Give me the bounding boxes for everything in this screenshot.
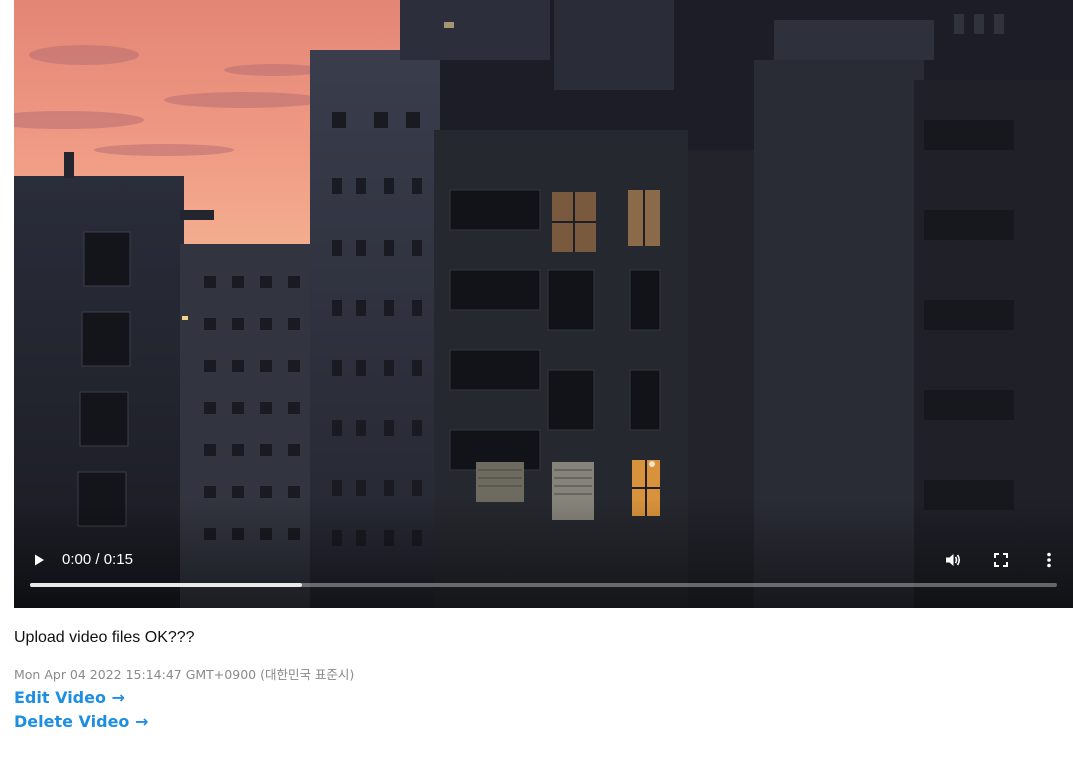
video-title: Upload video files OK??? (14, 629, 195, 646)
fullscreen-icon (994, 553, 1008, 567)
time-separator: / (91, 551, 104, 568)
more-vertical-icon (1047, 552, 1051, 568)
progress-bar[interactable] (30, 583, 1057, 587)
edit-video-link[interactable]: Edit Video → (14, 687, 125, 709)
fullscreen-button[interactable] (988, 547, 1014, 573)
delete-video-link[interactable]: Delete Video → (14, 711, 148, 733)
play-button[interactable] (26, 547, 52, 573)
volume-icon (946, 554, 961, 566)
current-time: 0:00 (62, 551, 92, 568)
page: 0:00 / 0:15 Upload video files OK??? Mon… (0, 0, 1073, 780)
video-timestamp: Mon Apr 04 2022 15:14:47 GMT+0900 (대한민국 … (14, 667, 355, 682)
volume-button[interactable] (940, 547, 966, 573)
more-options-button[interactable] (1036, 547, 1062, 573)
play-icon (35, 554, 44, 566)
controls-overlay (14, 498, 1073, 608)
duration: 0:15 (103, 551, 133, 568)
time-display: 0:00 / 0:15 (62, 551, 133, 569)
video-player[interactable]: 0:00 / 0:15 (14, 0, 1073, 608)
progress-buffered (30, 583, 303, 587)
